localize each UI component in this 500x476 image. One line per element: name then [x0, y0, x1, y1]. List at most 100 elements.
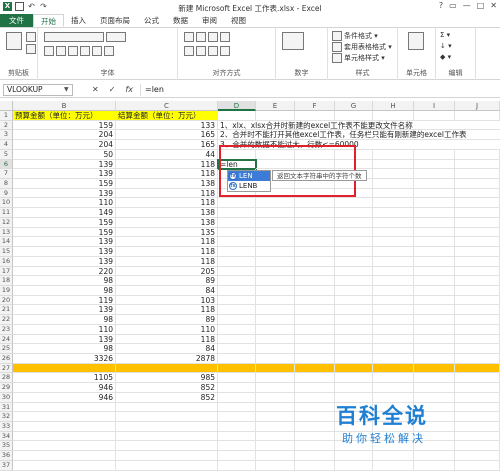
cell[interactable] — [455, 295, 500, 306]
cell[interactable] — [256, 276, 295, 286]
wrap-text-icon[interactable] — [220, 32, 230, 42]
cell[interactable] — [256, 266, 295, 277]
cell-d[interactable] — [218, 422, 256, 432]
cell[interactable] — [295, 334, 335, 345]
tab-file[interactable]: 文件 — [0, 14, 33, 27]
cell[interactable] — [455, 460, 500, 471]
cut-icon[interactable] — [26, 32, 36, 42]
cell[interactable] — [455, 266, 500, 277]
cell[interactable] — [256, 334, 295, 345]
cell-d[interactable] — [218, 295, 256, 306]
row-header[interactable]: 33 — [0, 422, 13, 432]
clear-button[interactable]: ◆ ▾ — [440, 53, 451, 61]
cell-settlement[interactable]: 118 — [116, 305, 218, 316]
cell-budget[interactable]: 139 — [13, 237, 116, 248]
cell[interactable] — [455, 373, 500, 384]
cell-d[interactable] — [218, 363, 256, 374]
cell-budget[interactable]: 139 — [13, 169, 116, 180]
cell[interactable] — [414, 460, 455, 471]
cell-budget[interactable]: 110 — [13, 198, 116, 209]
cell[interactable] — [373, 169, 414, 180]
bold-icon[interactable] — [44, 46, 54, 56]
cell[interactable] — [295, 198, 335, 209]
select-all-button[interactable] — [0, 101, 13, 111]
cell-settlement[interactable]: 138 — [116, 217, 218, 228]
cell[interactable] — [295, 402, 335, 413]
cell[interactable] — [373, 111, 414, 121]
cell[interactable] — [414, 295, 455, 306]
cell[interactable] — [256, 373, 295, 384]
cell[interactable] — [256, 121, 295, 131]
cell-settlement[interactable]: 118 — [116, 198, 218, 209]
cell-settlement[interactable]: 89 — [116, 276, 218, 286]
cell[interactable] — [414, 256, 455, 267]
cell[interactable] — [256, 130, 295, 141]
cell[interactable] — [373, 460, 414, 471]
cell[interactable] — [455, 227, 500, 238]
cell[interactable] — [256, 353, 295, 364]
cell[interactable] — [373, 179, 414, 189]
cell[interactable] — [414, 276, 455, 286]
cell[interactable] — [414, 285, 455, 296]
cell-d[interactable] — [218, 431, 256, 442]
cell[interactable] — [414, 198, 455, 209]
cell-settlement[interactable]: 165 — [116, 140, 218, 150]
cell-budget[interactable]: 98 — [13, 315, 116, 325]
cell-budget[interactable]: 139 — [13, 334, 116, 345]
cell[interactable] — [295, 431, 335, 442]
cell[interactable] — [335, 295, 373, 306]
cell[interactable] — [256, 383, 295, 393]
name-box-dropdown-icon[interactable]: ▼ — [64, 86, 69, 93]
cell-settlement[interactable]: 103 — [116, 295, 218, 306]
cell[interactable] — [373, 373, 414, 384]
cell-budget[interactable] — [13, 460, 116, 471]
cancel-formula-button[interactable]: ✕ — [92, 85, 99, 94]
cell[interactable] — [295, 412, 335, 422]
cell-settlement[interactable]: 118 — [116, 256, 218, 267]
cell-budget[interactable] — [13, 431, 116, 442]
cell[interactable] — [455, 256, 500, 267]
cell-d[interactable] — [218, 198, 256, 209]
cell-d[interactable] — [218, 460, 256, 471]
row-header[interactable]: 9 — [0, 188, 13, 199]
cell[interactable] — [256, 460, 295, 471]
align-top-icon[interactable] — [184, 32, 194, 42]
autocomplete-item-lenb[interactable]: fx LENB — [228, 181, 270, 191]
align-left-icon[interactable] — [184, 46, 194, 56]
row-header[interactable]: 1 — [0, 111, 13, 121]
close-button[interactable]: ✕ — [490, 1, 497, 10]
font-size-dropdown[interactable] — [106, 32, 126, 42]
cell-budget[interactable]: 159 — [13, 120, 116, 131]
cell-settlement[interactable]: 2878 — [116, 353, 218, 364]
cell-settlement[interactable] — [116, 431, 218, 442]
cell[interactable] — [335, 208, 373, 218]
cell-d[interactable] — [218, 353, 256, 364]
row-header[interactable]: 30 — [0, 392, 13, 403]
cell[interactable] — [373, 305, 414, 316]
fill-color-icon[interactable] — [92, 46, 102, 56]
cell-settlement[interactable] — [116, 402, 218, 413]
cell[interactable] — [335, 383, 373, 393]
cell[interactable] — [373, 276, 414, 286]
column-header-g[interactable]: G — [335, 101, 373, 111]
cell[interactable] — [295, 353, 335, 364]
cell[interactable] — [256, 227, 295, 238]
cell[interactable] — [414, 363, 455, 374]
cell[interactable] — [455, 169, 500, 180]
table-format-button[interactable]: 套用表格格式 ▾ — [344, 42, 392, 52]
cell-settlement[interactable] — [116, 460, 218, 471]
cell[interactable] — [295, 344, 335, 354]
row-header[interactable]: 17 — [0, 266, 13, 277]
cell[interactable] — [335, 373, 373, 384]
cell-settlement[interactable]: 84 — [116, 285, 218, 296]
cell-budget[interactable] — [13, 422, 116, 432]
cell[interactable] — [335, 353, 373, 364]
row-header[interactable]: 20 — [0, 295, 13, 306]
cell[interactable] — [256, 285, 295, 296]
column-header-f[interactable]: F — [295, 101, 335, 111]
cell-budget[interactable] — [13, 412, 116, 422]
cell[interactable] — [373, 334, 414, 345]
cell-budget[interactable]: 98 — [13, 285, 116, 296]
cell-d[interactable] — [218, 451, 256, 461]
cell[interactable] — [414, 315, 455, 325]
